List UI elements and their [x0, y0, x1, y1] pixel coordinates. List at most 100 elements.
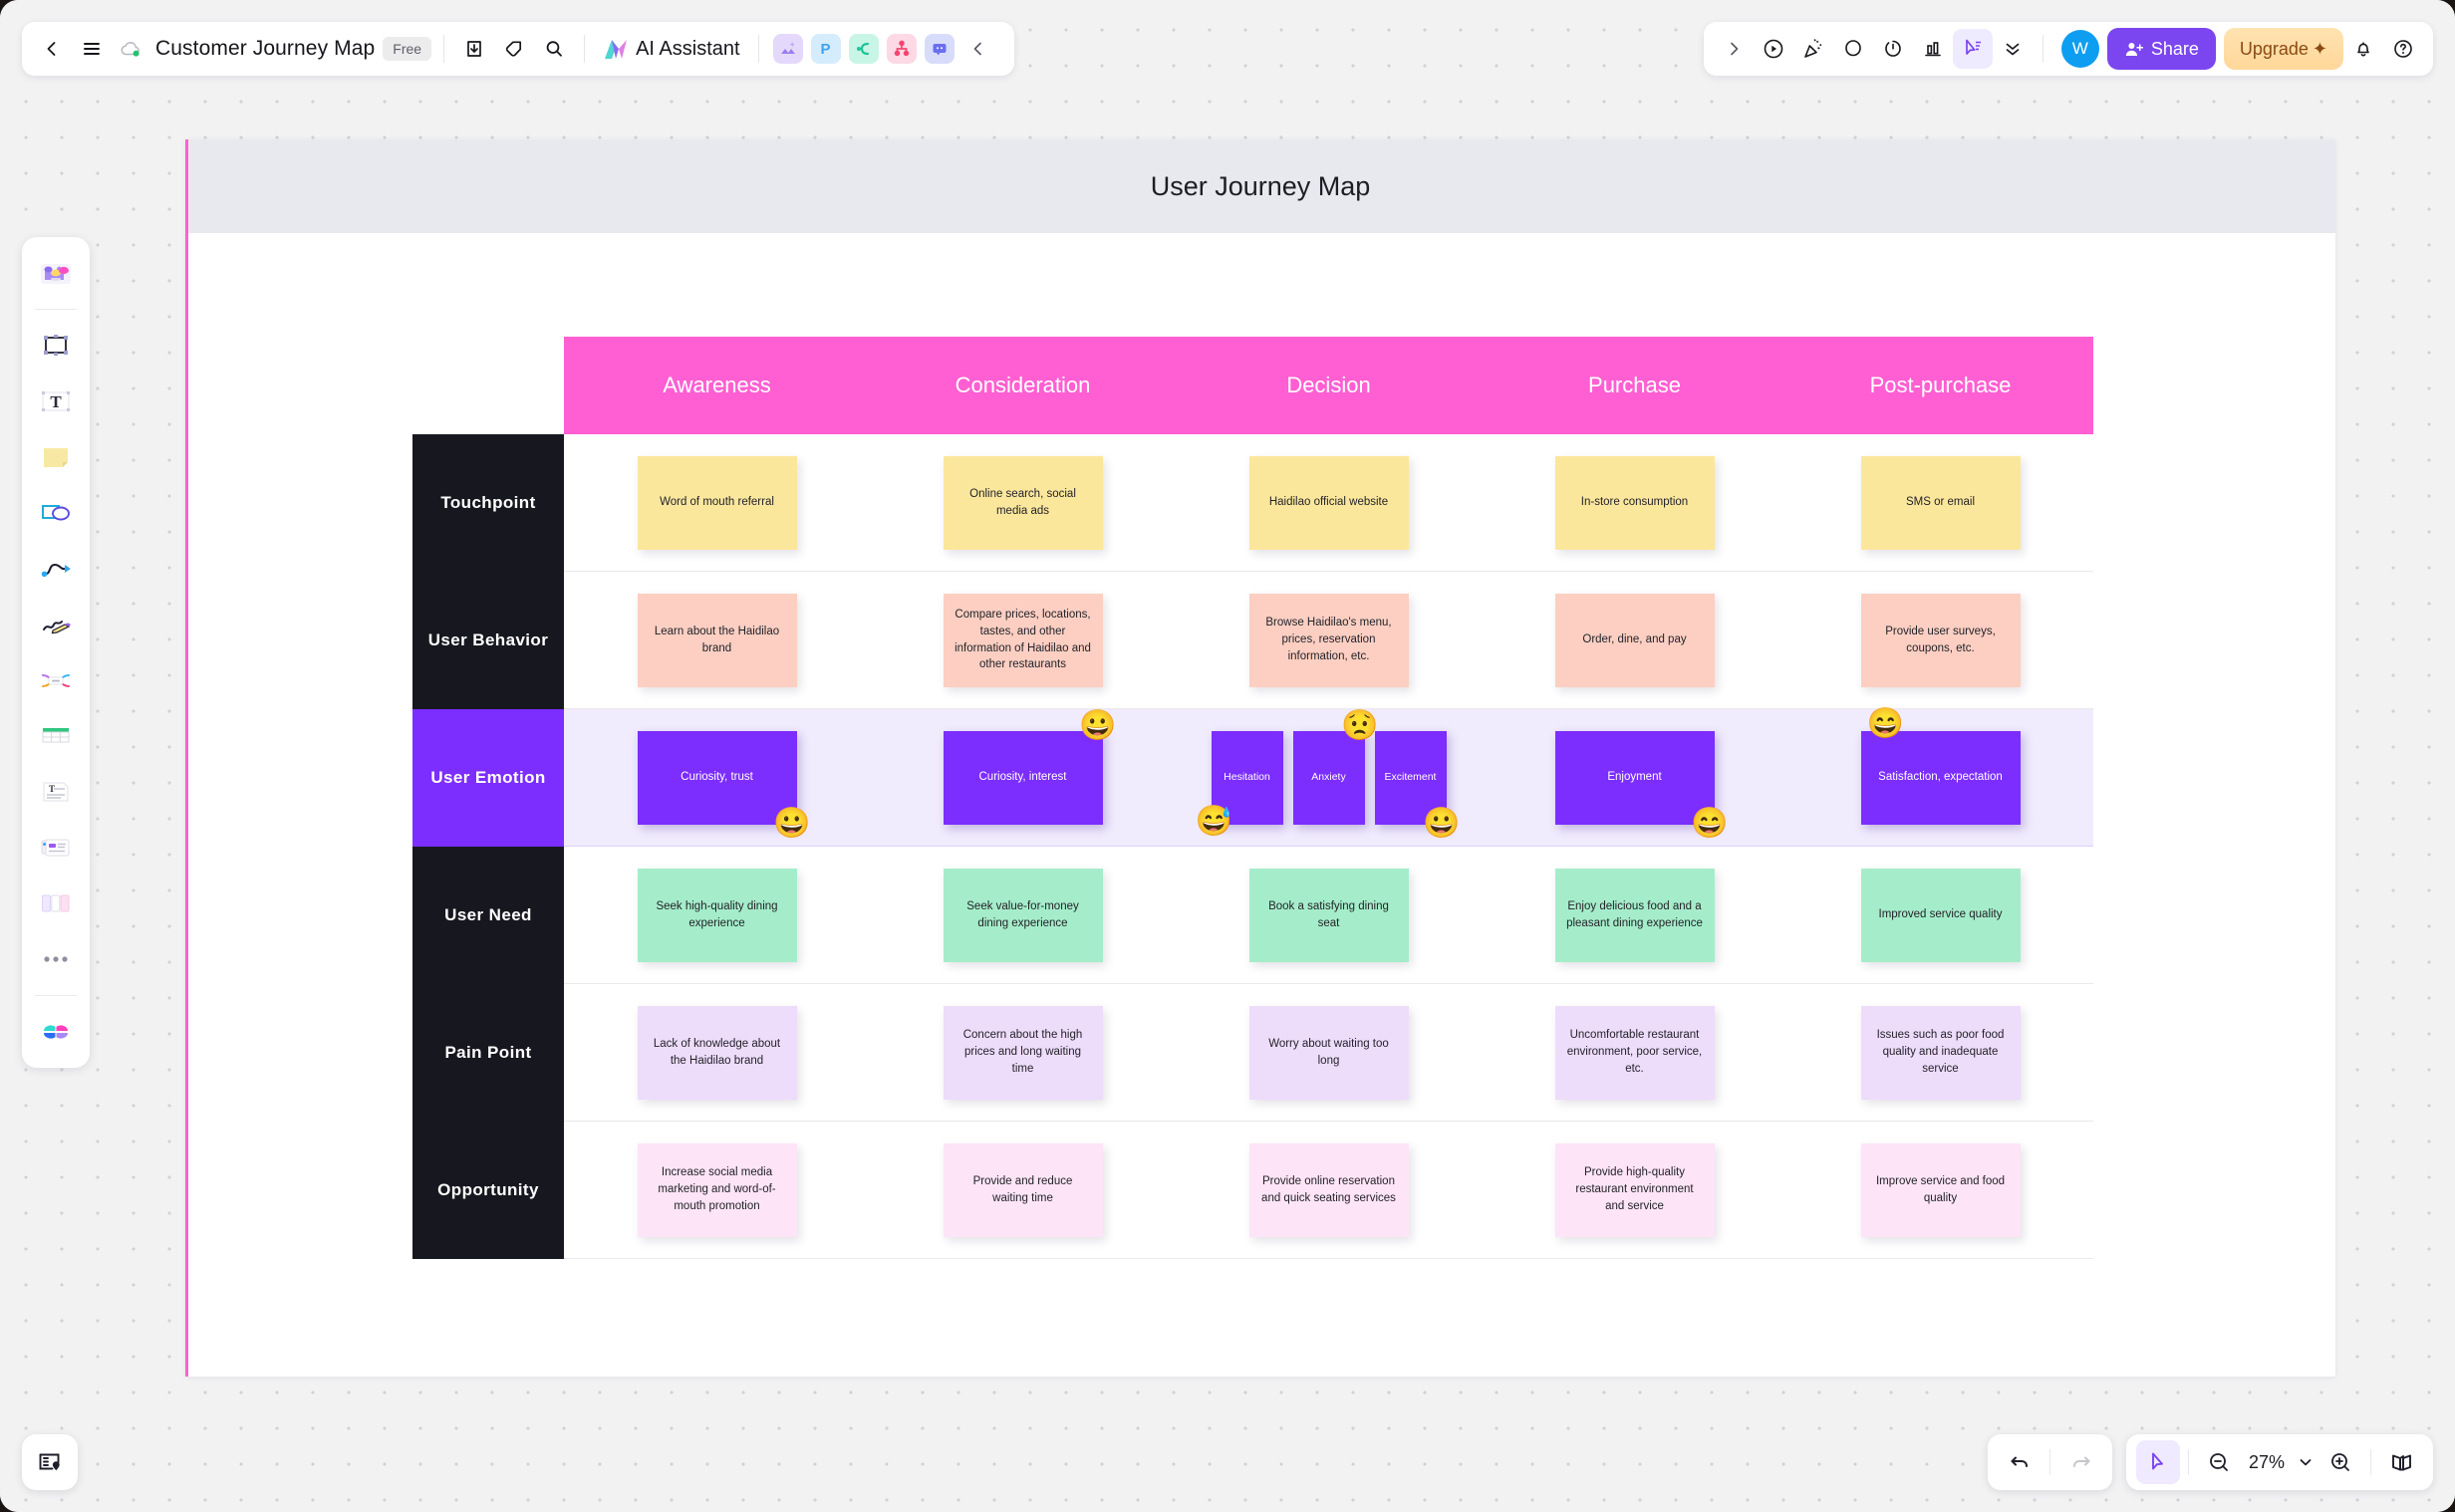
zoom-in-icon[interactable] [2319, 1440, 2362, 1484]
document-title[interactable]: Customer Journey Map [155, 37, 375, 61]
undo-icon[interactable] [1998, 1440, 2042, 1484]
row-label-3[interactable]: User Need [412, 847, 564, 984]
flowchart-icon[interactable] [886, 34, 917, 64]
sticky-note[interactable]: Issues such as poor food quality and ina… [1860, 1005, 2021, 1100]
presentation-icon[interactable]: P [810, 34, 841, 64]
minimap-location-icon[interactable] [22, 1434, 78, 1490]
mindmap-tool-icon[interactable] [30, 654, 82, 706]
color-palette-icon[interactable] [30, 1006, 82, 1058]
journey-cell[interactable]: Worry about waiting too long [1176, 984, 1482, 1122]
row-label-1[interactable]: User Behavior [412, 572, 564, 709]
journey-cell[interactable]: Haidilao official website [1176, 434, 1482, 572]
journey-cell[interactable]: Online search, social media ads [870, 434, 1176, 572]
table-icon[interactable] [30, 710, 82, 762]
journey-cell[interactable]: Improve service and food quality [1787, 1122, 2093, 1259]
sticky-note[interactable]: Anxiety [1292, 730, 1365, 825]
avatar[interactable]: W [2060, 30, 2099, 68]
journey-cell[interactable]: Curiosity, trust 😀 [564, 709, 870, 847]
kanban-icon[interactable] [30, 878, 82, 929]
emotion-emoji-icon[interactable]: 😀 [1079, 710, 1116, 741]
emotion-emoji-icon[interactable]: 😀 [773, 808, 810, 839]
journey-cell[interactable]: Provide user surveys, coupons, etc. [1787, 572, 2093, 709]
sticky-note[interactable]: Order, dine, and pay [1554, 593, 1715, 687]
sticky-note[interactable]: Learn about the Haidilao brand [637, 593, 797, 687]
journey-cell[interactable]: Issues such as poor food quality and ina… [1787, 984, 2093, 1122]
search-icon[interactable] [534, 29, 574, 69]
timer-icon[interactable] [1873, 29, 1913, 69]
pages-book-icon[interactable] [2379, 1440, 2423, 1484]
journey-cell[interactable]: Learn about the Haidilao brand [564, 572, 870, 709]
collapse-apps-button[interactable] [958, 29, 998, 69]
row-label-4[interactable]: Pain Point [412, 984, 564, 1122]
sticky-note[interactable]: Provide and reduce waiting time [943, 1142, 1103, 1237]
shape-icon[interactable] [30, 487, 82, 539]
journey-map-table[interactable]: Awareness Consideration Decision Purchas… [412, 337, 2093, 1259]
celebrate-icon[interactable] [1793, 29, 1833, 69]
journey-cell[interactable]: Concern about the high prices and long w… [870, 984, 1176, 1122]
chevron-down-icon[interactable] [2293, 1440, 2319, 1484]
journey-cell[interactable]: SMS or email [1787, 434, 2093, 572]
expand-right-button[interactable] [1714, 29, 1754, 69]
share-button[interactable]: Share [2106, 28, 2216, 70]
journey-cell[interactable]: Compare prices, locations, tastes, and o… [870, 572, 1176, 709]
sticky-note[interactable]: Improve service and food quality [1860, 1142, 2021, 1237]
mindmap-icon[interactable] [848, 34, 879, 64]
journey-cell[interactable]: Hesitation 😅 Anxiety 😟 Excitement 😀 [1176, 709, 1482, 847]
journey-cell[interactable]: Provide online reservation and quick sea… [1176, 1122, 1482, 1259]
journey-cell[interactable]: Curiosity, interest 😀 [870, 709, 1176, 847]
sticky-note[interactable]: Word of mouth referral [637, 455, 797, 550]
emotion-emoji-icon[interactable]: 😀 [1423, 808, 1460, 839]
stage-header-0[interactable]: Awareness [564, 337, 870, 434]
journey-cell[interactable]: Seek high-quality dining experience [564, 847, 870, 984]
cursor-select-icon[interactable] [2136, 1440, 2180, 1484]
sticky-note[interactable]: Provide online reservation and quick sea… [1248, 1142, 1409, 1237]
sticky-note[interactable]: Compare prices, locations, tastes, and o… [943, 593, 1103, 687]
sticky-note[interactable]: Increase social media marketing and word… [637, 1142, 797, 1237]
row-label-0[interactable]: Touchpoint [412, 434, 564, 572]
document-icon[interactable]: T [30, 766, 82, 818]
download-icon[interactable] [454, 29, 494, 69]
zoom-level-label[interactable]: 27% [2241, 1452, 2293, 1473]
stage-header-4[interactable]: Post-purchase [1787, 337, 2093, 434]
zoom-out-icon[interactable] [2197, 1440, 2241, 1484]
journey-cell[interactable]: Enjoy delicious food and a pleasant dini… [1482, 847, 1787, 984]
templates-icon[interactable] [30, 247, 82, 299]
sticky-note[interactable]: Provide high-quality restaurant environm… [1554, 1142, 1715, 1237]
tag-icon[interactable] [494, 29, 534, 69]
stage-header-1[interactable]: Consideration [870, 337, 1176, 434]
text-icon[interactable]: T [30, 376, 82, 427]
sticky-note[interactable]: Improved service quality [1860, 868, 2021, 962]
sticky-note[interactable]: SMS or email [1860, 455, 2021, 550]
sticky-note[interactable]: Worry about waiting too long [1248, 1005, 1409, 1100]
sticky-note[interactable]: In-store consumption [1554, 455, 1715, 550]
emotion-emoji-icon[interactable]: 😄 [1691, 808, 1728, 839]
emotion-emoji-icon[interactable]: 😄 [1867, 708, 1904, 739]
redo-icon[interactable] [2058, 1440, 2102, 1484]
journey-cell[interactable]: Lack of knowledge about the Haidilao bra… [564, 984, 870, 1122]
stage-header-3[interactable]: Purchase [1482, 337, 1787, 434]
frame-icon[interactable] [30, 320, 82, 372]
cursor-select-icon[interactable] [1952, 29, 1993, 69]
journey-cell[interactable]: Seek value-for-money dining experience [870, 847, 1176, 984]
plan-badge[interactable]: Free [383, 37, 432, 61]
sticky-note[interactable]: Enjoy delicious food and a pleasant dini… [1554, 868, 1715, 962]
sticky-note[interactable]: Online search, social media ads [943, 455, 1103, 550]
journey-cell[interactable]: Uncomfortable restaurant environment, po… [1482, 984, 1787, 1122]
back-button[interactable] [32, 29, 72, 69]
vote-chart-icon[interactable] [1913, 29, 1953, 69]
journey-cell[interactable]: Book a satisfying dining seat [1176, 847, 1482, 984]
sticky-note[interactable]: Provide user surveys, coupons, etc. [1860, 593, 2021, 687]
sticky-note[interactable]: Concern about the high prices and long w… [943, 1005, 1103, 1100]
chevron-double-down-icon[interactable] [1993, 29, 2033, 69]
journey-cell[interactable]: Improved service quality [1787, 847, 2093, 984]
sticky-note[interactable]: Curiosity, interest [943, 730, 1103, 825]
emotion-emoji-icon[interactable]: 😅 [1196, 806, 1232, 837]
sticky-note[interactable]: Seek value-for-money dining experience [943, 868, 1103, 962]
journey-cell[interactable]: Provide and reduce waiting time [870, 1122, 1176, 1259]
more-tools-icon[interactable] [30, 933, 82, 985]
sticky-note[interactable]: Book a satisfying dining seat [1248, 868, 1409, 962]
emotion-emoji-icon[interactable]: 😟 [1341, 710, 1378, 741]
hamburger-menu-button[interactable] [72, 29, 112, 69]
chat-icon[interactable] [924, 34, 955, 64]
upgrade-button[interactable]: Upgrade ✦ [2223, 28, 2343, 70]
